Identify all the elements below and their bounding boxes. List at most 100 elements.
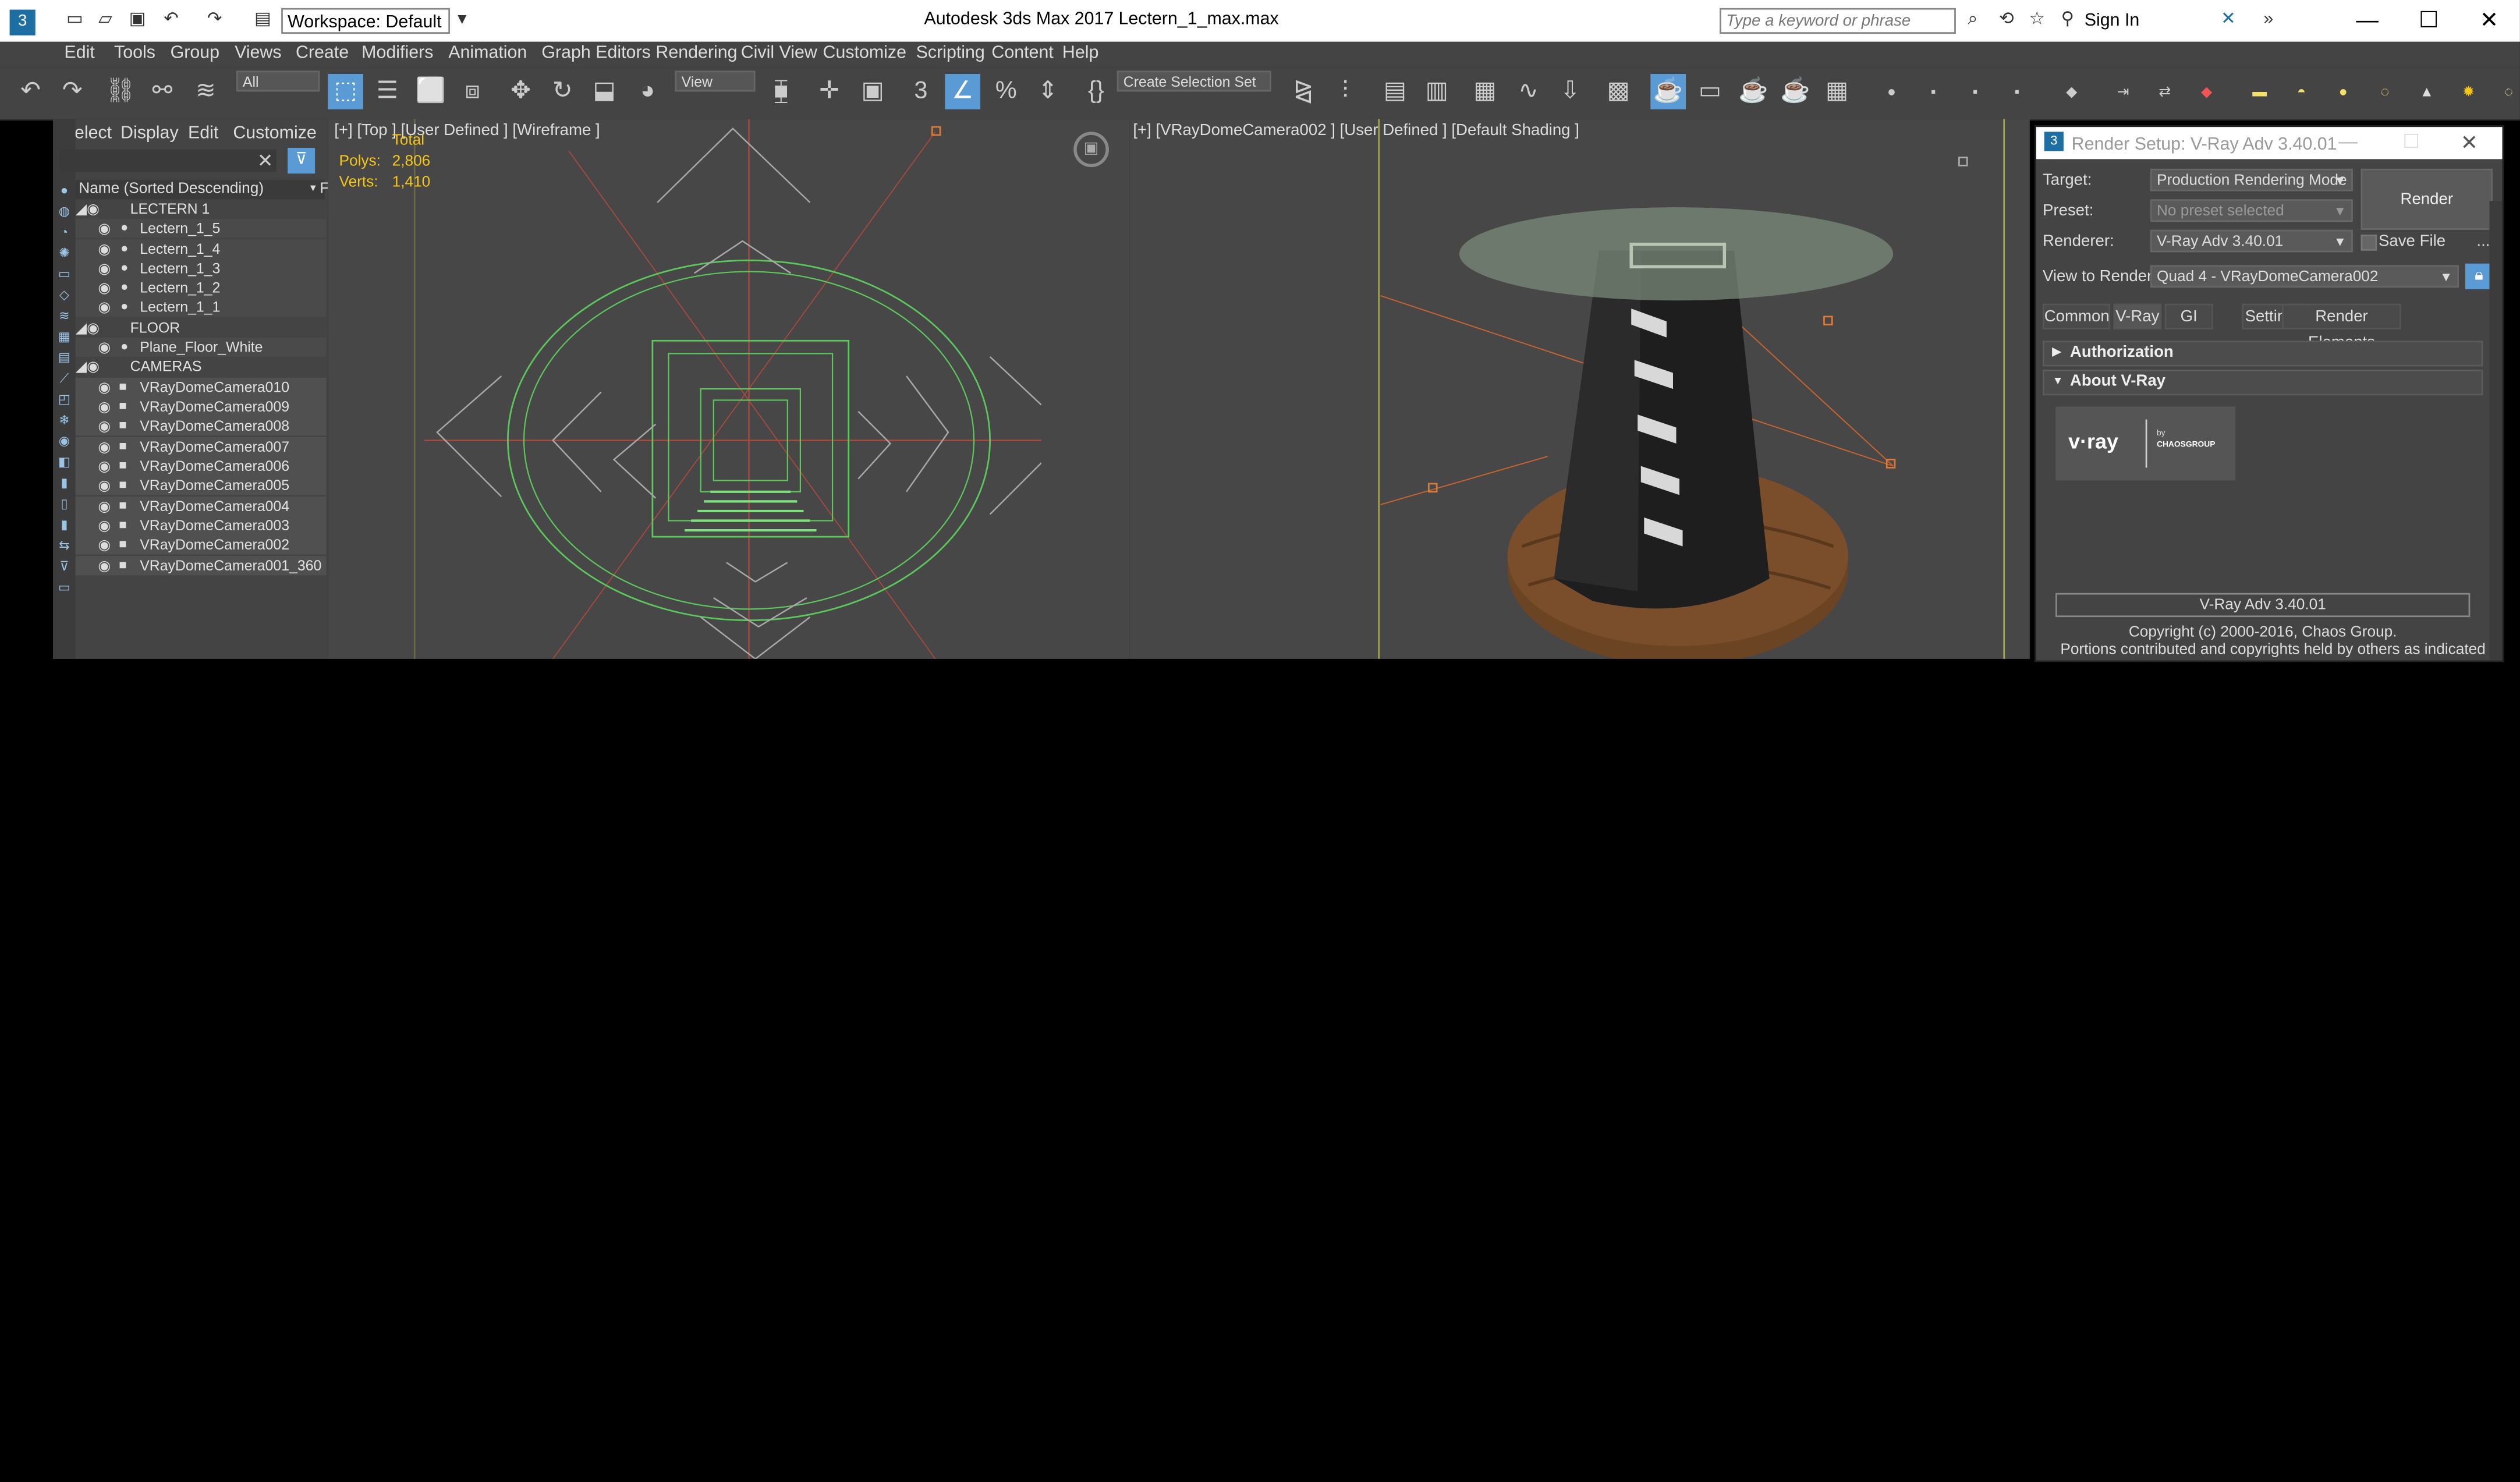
- menu-tools[interactable]: Tools: [114, 44, 155, 63]
- sync-selection-icon[interactable]: ⇆: [55, 538, 74, 555]
- menu-help[interactable]: Help: [1062, 44, 1098, 63]
- sign-in-button[interactable]: Sign In: [2085, 11, 2140, 30]
- edit-named-sets-icon[interactable]: {}: [1078, 74, 1114, 109]
- eye-icon[interactable]: ◉: [98, 397, 111, 416]
- eye-icon[interactable]: ◉: [87, 199, 100, 218]
- dialog-minimize-icon[interactable]: —: [2338, 130, 2358, 153]
- scale-icon[interactable]: ⬓: [587, 74, 622, 109]
- link-icon[interactable]: ⛓: [103, 74, 139, 109]
- eye-icon[interactable]: ◉: [98, 456, 111, 476]
- select-manipulate-icon[interactable]: ✛: [811, 74, 847, 109]
- object-row[interactable]: ◉ ● Lectern_1_5: [75, 218, 327, 238]
- project-folder-icon[interactable]: ▤: [252, 10, 273, 31]
- object-row[interactable]: ◉ ● Lectern_1_2: [75, 278, 327, 297]
- schematic-view-icon[interactable]: ⇩: [1553, 74, 1588, 109]
- more-options-button[interactable]: ...: [2476, 233, 2490, 250]
- menu-rendering[interactable]: Rendering: [655, 44, 737, 63]
- display-dependents-icon[interactable]: ▮: [55, 517, 74, 534]
- ribbon-icon[interactable]: ▥: [1419, 74, 1455, 109]
- layer-explorer-icon[interactable]: ▤: [1377, 74, 1413, 109]
- eye-icon[interactable]: ◉: [98, 239, 111, 258]
- eye-icon[interactable]: ◉: [98, 378, 111, 397]
- menu-modifiers[interactable]: Modifiers: [361, 44, 433, 63]
- vray-light-5-icon[interactable]: ▲: [2409, 74, 2444, 109]
- eye-icon[interactable]: ◉: [98, 218, 111, 237]
- viewcube-icon[interactable]: ▣: [1073, 132, 1109, 168]
- pivot-icon[interactable]: ⧯: [763, 74, 799, 109]
- ref-coord-dropdown[interactable]: View: [675, 70, 756, 92]
- renderer-dropdown[interactable]: V-Ray Adv 3.40.01 ▼: [2150, 229, 2353, 253]
- vray-light-4-icon[interactable]: ◌: [2367, 74, 2403, 109]
- bind-spacewarp-icon[interactable]: ≋: [188, 74, 224, 109]
- menu-views[interactable]: Views: [235, 44, 281, 63]
- angle-snap-icon[interactable]: ∠: [945, 73, 981, 109]
- material-editor-icon[interactable]: ▩: [1601, 74, 1636, 109]
- open-file-icon[interactable]: ▱: [95, 10, 116, 31]
- snaps-toggle-icon[interactable]: 3: [903, 74, 939, 109]
- place-icon[interactable]: ◕: [630, 74, 665, 109]
- select-object-icon[interactable]: ⬚: [328, 73, 363, 109]
- object-row[interactable]: ◉ ● Lectern_1_1: [75, 297, 327, 317]
- close-icon[interactable]: ✕: [2480, 6, 2498, 34]
- render-iterative-icon[interactable]: ☕: [1777, 74, 1813, 109]
- vray-tool-4-icon[interactable]: ▪: [1999, 74, 2035, 109]
- percent-snap-icon[interactable]: %: [988, 74, 1024, 109]
- menu-create[interactable]: Create: [296, 44, 349, 63]
- object-row[interactable]: ◉ ● Lectern_1_3: [75, 258, 327, 278]
- rotate-icon[interactable]: ↻: [545, 74, 580, 109]
- menu-graph-editors[interactable]: Graph Editors: [541, 44, 650, 63]
- authorization-rollout[interactable]: ▶ Authorization: [2042, 341, 2483, 367]
- camera-row[interactable]: ◉ ■ VRayDomeCamera010: [75, 377, 327, 397]
- menu-civil-view[interactable]: Civil View: [741, 44, 817, 63]
- tab-common[interactable]: Common: [2042, 303, 2110, 329]
- vray-tool-5-icon[interactable]: ◆: [2054, 74, 2089, 109]
- display-cameras-icon[interactable]: ▭: [55, 267, 74, 283]
- clear-search-icon[interactable]: ✕: [257, 150, 274, 172]
- eye-icon[interactable]: ◉: [87, 318, 100, 338]
- explorer-menu-customize[interactable]: Customize: [233, 124, 316, 143]
- window-crossing-icon[interactable]: ⧈: [455, 74, 490, 109]
- minimize-icon[interactable]: —: [2356, 6, 2379, 32]
- display-containers-icon[interactable]: ◰: [55, 392, 74, 409]
- eye-icon[interactable]: ◉: [98, 476, 111, 495]
- explorer-find-input[interactable]: [59, 149, 277, 172]
- dialog-maximize-icon[interactable]: ☐: [2402, 130, 2420, 153]
- target-dropdown[interactable]: Production Rendering Mode ▼: [2150, 168, 2353, 192]
- collapse-icon[interactable]: ▭: [55, 580, 74, 597]
- about-vray-rollout[interactable]: ▼ About V-Ray: [2042, 369, 2483, 396]
- favorites-star-icon[interactable]: ☆: [2026, 10, 2047, 31]
- rect-selection-icon[interactable]: ⬜: [413, 74, 449, 109]
- layer-row[interactable]: ◢ ◉ FLOOR: [76, 318, 327, 338]
- render-production-icon[interactable]: ☕: [1736, 74, 1771, 109]
- eye-icon[interactable]: ◉: [98, 437, 111, 456]
- display-shapes-icon[interactable]: ◔: [55, 225, 74, 242]
- vray-sun-icon[interactable]: ✹: [2451, 74, 2486, 109]
- undo-icon[interactable]: ↶: [161, 10, 182, 31]
- tab-gi[interactable]: GI: [2164, 303, 2213, 329]
- vray-tool-1-icon[interactable]: ●: [1874, 74, 1909, 109]
- object-row[interactable]: ◉ ● Plane_Floor_White: [75, 337, 327, 357]
- camera-row[interactable]: ◉ ■ VRayDomeCamera005: [75, 476, 327, 495]
- display-lights-icon[interactable]: ✺: [55, 246, 74, 262]
- vray-light-6-icon[interactable]: ◌: [2491, 74, 2520, 109]
- keyboard-shortcut-icon[interactable]: ▣: [855, 74, 891, 109]
- viewport-camera-label[interactable]: [+] [VRayDomeCamera002 ] [User Defined ]…: [1133, 122, 1579, 140]
- display-geometry-icon[interactable]: ◍: [55, 204, 74, 221]
- subscription-icon[interactable]: ⟲: [1996, 10, 2017, 31]
- display-spacewarps-icon[interactable]: ≋: [55, 309, 74, 325]
- rendered-frame-icon[interactable]: ▭: [1692, 74, 1728, 109]
- save-file-checkbox[interactable]: [2360, 235, 2377, 251]
- filter-icon[interactable]: ⊽: [55, 559, 74, 576]
- render-button[interactable]: Render: [2360, 168, 2493, 230]
- render-setup-scrollbar[interactable]: [2489, 201, 2503, 661]
- display-xrefs-icon[interactable]: ▤: [55, 350, 74, 367]
- render-grid-icon[interactable]: ▦: [1819, 74, 1855, 109]
- render-setup-titlebar[interactable]: 3 Render Setup: V-Ray Adv 3.40.01 — ☐ ✕: [2036, 127, 2503, 159]
- display-children-icon[interactable]: ▮: [55, 476, 74, 492]
- eye-icon[interactable]: ◉: [98, 258, 111, 278]
- camera-row[interactable]: ◉ ■ VRayDomeCamera003: [75, 516, 327, 536]
- selection-filter-dropdown[interactable]: All: [236, 70, 320, 92]
- vray-light-1-icon[interactable]: ▬: [2242, 74, 2277, 109]
- expand-arrow-icon[interactable]: ◢: [76, 199, 87, 218]
- app-icon[interactable]: 3: [9, 9, 36, 36]
